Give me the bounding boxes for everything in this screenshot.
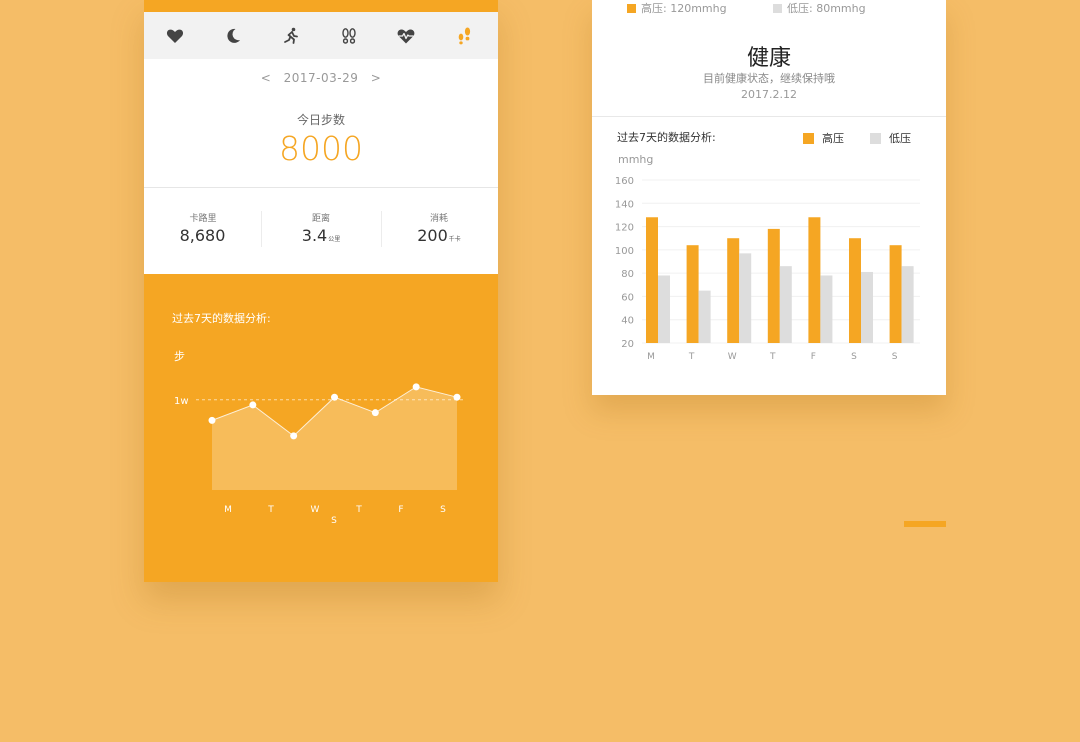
bar: [739, 253, 752, 343]
running-icon[interactable]: [281, 26, 301, 46]
data-point: [412, 383, 420, 391]
x-tick-label: W: [728, 352, 737, 362]
x-tick-label: M: [224, 505, 232, 515]
blood-pressure-card: 高压: 120mmhg 低压: 80mmhg 健康 目前健康状态，继续保持哦 2…: [592, 0, 946, 395]
steps-card: < 2017-03-29 > 今日步数 8000 卡路里 8,680 距离 3.…: [144, 0, 498, 582]
bar: [849, 238, 861, 343]
date-navigator: < 2017-03-29 >: [144, 71, 498, 85]
bar: [861, 271, 873, 343]
x-tick-label: T: [688, 352, 695, 362]
bar: [901, 266, 914, 343]
stat-consumption: 消耗 200千卡: [380, 211, 498, 245]
bar: [658, 275, 670, 343]
bp-bar-chart: 20 40 60 80 100 120 140 160 M T W T F S S: [615, 176, 920, 362]
bar: [820, 275, 833, 343]
data-point: [453, 393, 461, 401]
area-fill: [212, 386, 457, 490]
x-tick-label: W: [311, 505, 320, 515]
bar: [779, 266, 792, 343]
bar: [808, 217, 821, 343]
data-point: [208, 416, 216, 424]
x-tick-label: S: [331, 516, 337, 526]
stat-label: 消耗: [429, 214, 448, 224]
x-tick-label: T: [267, 505, 274, 515]
x-tick-label: M: [647, 352, 655, 362]
heart-icon[interactable]: [165, 26, 185, 46]
stat-value: 8,680: [179, 226, 226, 245]
x-tick-label: F: [811, 352, 816, 362]
x-tick-label: S: [892, 352, 898, 362]
bar: [767, 228, 780, 343]
stat-distance: 距离 3.4公里: [262, 211, 380, 245]
data-point: [249, 401, 257, 409]
x-tick-label: T: [769, 352, 776, 362]
data-point: [371, 409, 379, 417]
stat-unit: 公里: [328, 236, 341, 243]
stat-value: 3.4: [301, 226, 328, 245]
category-icon-bar: [144, 12, 498, 59]
y-tick-label: 160: [615, 176, 634, 187]
x-tick-label: S: [851, 352, 857, 362]
bar: [698, 290, 711, 343]
divider: [144, 187, 498, 188]
y-tick-label: 60: [621, 292, 634, 303]
stat-calories: 卡路里 8,680: [144, 211, 262, 245]
today-summary: < 2017-03-29 > 今日步数 8000 卡路里 8,680 距离 3.…: [144, 59, 498, 274]
footprints-active-icon[interactable]: [455, 26, 475, 46]
prev-date-button[interactable]: <: [261, 71, 272, 85]
bar: [889, 245, 902, 343]
stat-label: 卡路里: [189, 214, 217, 224]
heart-rate-icon[interactable]: [396, 26, 416, 46]
y-tick-label: 40: [621, 316, 634, 327]
stat-value: 200: [417, 226, 448, 245]
bar: [727, 238, 740, 343]
top-accent-bar: [144, 0, 498, 12]
current-date: 2017-03-29: [283, 71, 359, 85]
reference-line-label: 1w: [174, 396, 189, 407]
y-tick-label: 120: [615, 223, 634, 234]
decorative-accent-bar: [904, 521, 946, 527]
x-tick-label: F: [398, 505, 403, 515]
y-tick-label: 100: [615, 246, 634, 257]
footprints-icon[interactable]: [339, 26, 359, 46]
steps-trend-panel: 过去7天的数据分析: 步 1w M T W T F S S: [144, 274, 498, 582]
today-steps-label: 今日步数: [296, 113, 345, 127]
moon-icon[interactable]: [223, 26, 243, 46]
stat-unit: 千卡: [448, 236, 461, 243]
data-point: [290, 432, 298, 440]
bar: [646, 217, 658, 343]
y-tick-label: 20: [621, 339, 634, 350]
steps-area-chart: 1w M T W T F S S: [174, 383, 464, 526]
next-date-button[interactable]: >: [371, 71, 382, 85]
today-steps-value: 8000: [279, 129, 363, 168]
y-tick-label: 140: [615, 199, 634, 210]
y-tick-label: 80: [621, 269, 634, 280]
stat-label: 距离: [311, 214, 330, 224]
x-tick-label: T: [355, 505, 362, 515]
bar: [686, 245, 699, 343]
data-point: [331, 393, 338, 401]
x-tick-label: S: [440, 505, 446, 515]
